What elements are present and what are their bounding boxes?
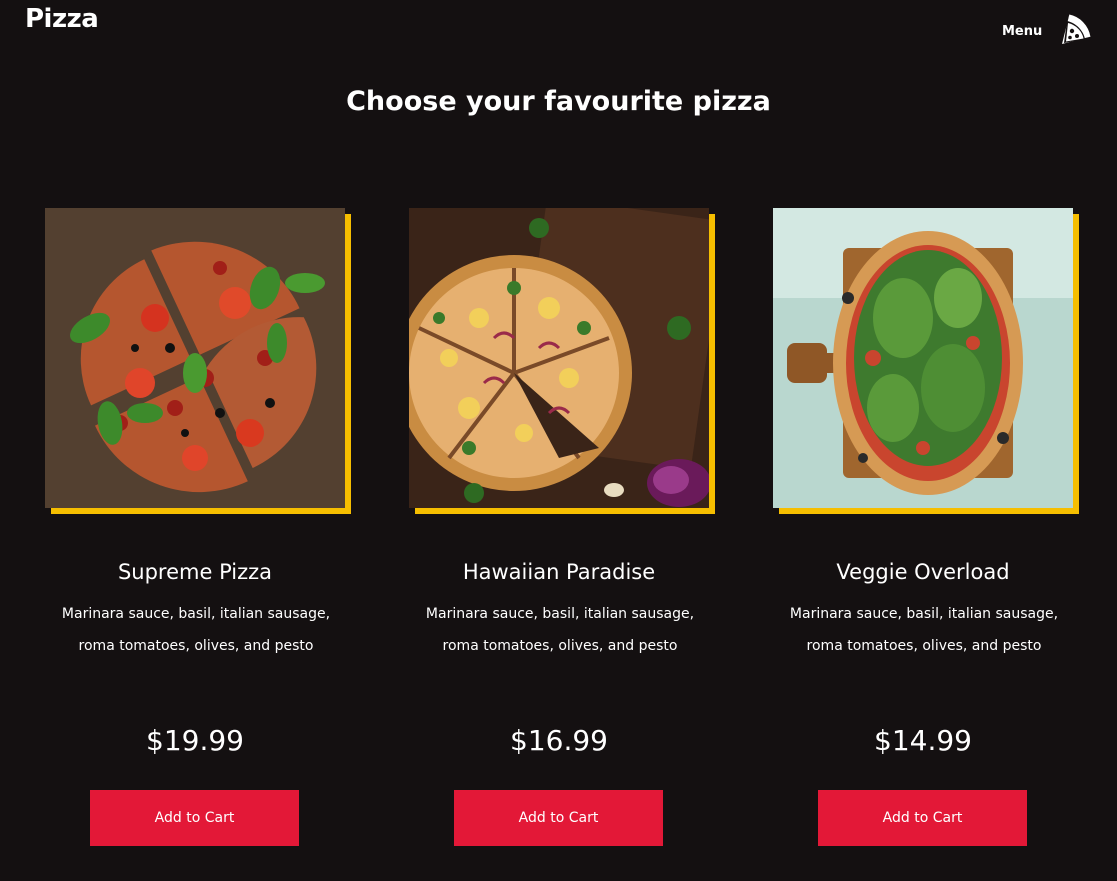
navbar: Pizza Menu (0, 0, 1117, 60)
logo[interactable]: Pizza (25, 4, 99, 34)
pizza-image-frame (773, 208, 1079, 514)
pizza-card: Supreme Pizza Marinara sauce, basil, ita… (41, 208, 351, 846)
pizza-name: Supreme Pizza (117, 560, 273, 584)
pizza-price: $19.99 (146, 724, 244, 757)
add-to-cart-button[interactable]: Add to Cart (454, 790, 663, 846)
pizza-image-frame (45, 208, 351, 514)
pizza-slice-icon[interactable] (1058, 13, 1092, 47)
pizza-name: Hawaiian Paradise (462, 560, 656, 584)
pizza-image-frame (409, 208, 715, 514)
menu-link[interactable]: Menu (1002, 24, 1042, 39)
pizza-name: Veggie Overload (836, 560, 1010, 584)
veggie-pizza-image (773, 208, 1073, 508)
supreme-pizza-image (45, 208, 345, 508)
add-to-cart-button[interactable]: Add to Cart (90, 790, 299, 846)
pizza-price: $14.99 (874, 724, 972, 757)
pizza-price: $16.99 (510, 724, 608, 757)
pizza-card: Hawaiian Paradise Marinara sauce, basil,… (405, 208, 715, 846)
pizza-description: Marinara sauce, basil, italian sausage, … (789, 606, 1059, 654)
add-to-cart-button[interactable]: Add to Cart (818, 790, 1027, 846)
page-title: Choose your favourite pizza (346, 86, 771, 117)
pizza-card: Veggie Overload Marinara sauce, basil, i… (769, 208, 1079, 846)
hawaiian-pizza-image (409, 208, 709, 508)
pizza-description: Marinara sauce, basil, italian sausage, … (61, 606, 331, 654)
pizza-description: Marinara sauce, basil, italian sausage, … (425, 606, 695, 654)
